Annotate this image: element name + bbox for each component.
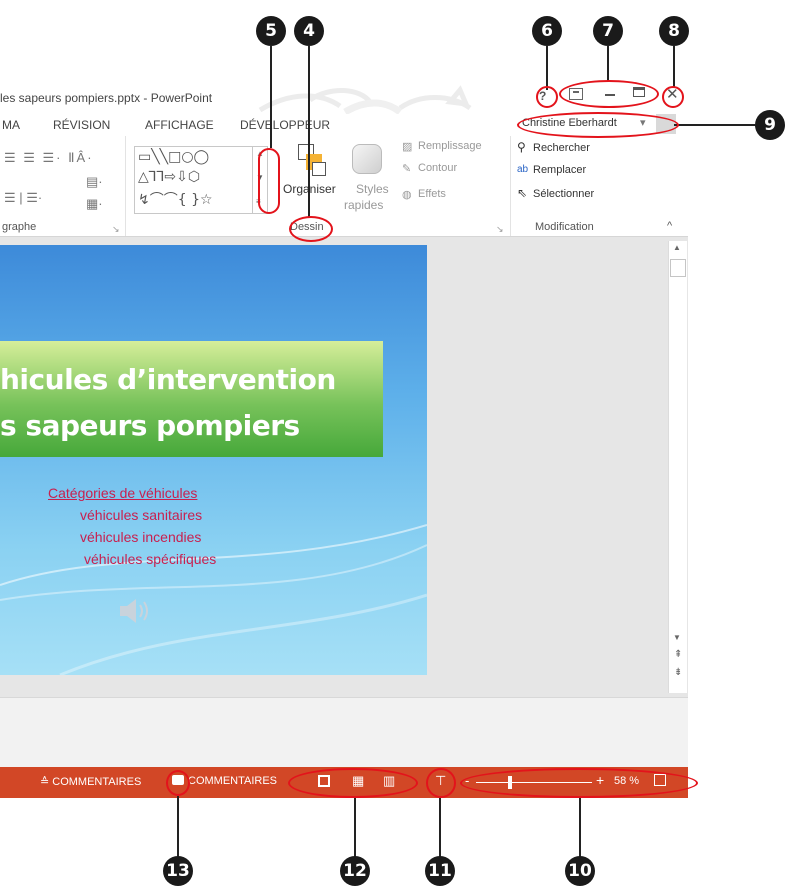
callout-9: 9 bbox=[755, 110, 785, 140]
scroll-down-icon[interactable]: ▼ bbox=[673, 633, 681, 642]
callout-6: 6 bbox=[532, 16, 562, 46]
callout-8: 8 bbox=[659, 16, 689, 46]
find-icon[interactable]: ⚲ bbox=[517, 140, 526, 154]
tab-format[interactable]: MA bbox=[2, 118, 20, 132]
dessin-label-highlight bbox=[289, 216, 333, 242]
speaker-icon[interactable] bbox=[118, 597, 152, 625]
callout-11: 11 bbox=[425, 856, 455, 886]
callout-10: 10 bbox=[565, 856, 595, 886]
previous-slide-icon[interactable]: ⇞ bbox=[674, 649, 682, 660]
view-buttons-highlight bbox=[288, 768, 418, 798]
scroll-thumb[interactable] bbox=[670, 259, 686, 277]
shapes-gallery[interactable]: ▭╲╲□○◯ △⅂⅂⇨⇩⬡ ↯⌒⌒{ }☆ ▲ ▼ ≡ bbox=[134, 146, 268, 214]
align-buttons-icon[interactable]: ☰ | ☰· bbox=[4, 190, 42, 206]
slide-title-line-2: s sapeurs pompiers bbox=[0, 409, 300, 442]
quick-styles-label-2[interactable]: rapides bbox=[344, 198, 383, 212]
zoom-controls-highlight bbox=[460, 768, 698, 798]
shape-fill-icon[interactable]: ▨ bbox=[402, 140, 412, 153]
window-title: les sapeurs pompiers.pptx - PowerPoint bbox=[0, 91, 213, 105]
tab-affichage[interactable]: AFFICHAGE bbox=[145, 118, 214, 132]
close-highlight bbox=[662, 86, 684, 108]
scroll-up-icon[interactable]: ▲ bbox=[673, 243, 681, 252]
next-slide-icon[interactable]: ⇟ bbox=[674, 667, 682, 678]
drawing-dialog-launcher-icon[interactable]: ↘ bbox=[496, 224, 504, 235]
organiser-icon-front bbox=[312, 162, 326, 176]
callout-7: 7 bbox=[593, 16, 623, 46]
slide-list-item: véhicules spécifiques bbox=[84, 551, 217, 567]
ribbon: ☰ ☰ ☰· ⅡÂ· ▤· ☰ | ☰· ▦· graphe ↘ ▭╲╲□○◯ … bbox=[0, 136, 688, 237]
dialog-launcher-icon[interactable]: ↘ bbox=[112, 224, 120, 235]
modification-group-label: Modification bbox=[535, 221, 594, 233]
callout-5: 5 bbox=[256, 16, 286, 46]
title-bar-decoration bbox=[258, 85, 472, 114]
slide-list-item: véhicules incendies bbox=[80, 529, 202, 545]
account-highlight bbox=[517, 112, 679, 138]
shape-fill-button[interactable]: Remplissage bbox=[418, 140, 482, 152]
shape-effects-button[interactable]: Effets bbox=[418, 188, 446, 200]
shape-outline-icon[interactable]: ✎ bbox=[402, 162, 411, 175]
replace-icon[interactable]: ab bbox=[517, 164, 528, 175]
replace-button[interactable]: Remplacer bbox=[533, 164, 586, 176]
shapes-row-2[interactable]: △⅂⅂⇨⇩⬡ bbox=[138, 169, 200, 185]
slide-title-line-1: hicules d’intervention bbox=[0, 363, 336, 396]
powerpoint-window: les sapeurs pompiers.pptx - PowerPoint ?… bbox=[0, 82, 688, 798]
vertical-scrollbar[interactable]: ▲ ▼ ⇞ ⇟ bbox=[668, 241, 687, 693]
comments-button[interactable]: COMMENTAIRES bbox=[188, 775, 277, 787]
quick-styles-icon[interactable] bbox=[352, 144, 382, 174]
slideshow-highlight bbox=[426, 768, 456, 798]
shape-effects-icon[interactable]: ◍ bbox=[402, 188, 412, 201]
slide-swoosh-decoration bbox=[0, 524, 427, 675]
paragraph-group-label: graphe bbox=[2, 221, 37, 233]
select-button[interactable]: Sélectionner bbox=[533, 188, 594, 200]
find-button[interactable]: Rechercher bbox=[533, 142, 590, 154]
slide-editing-area: hicules d’intervention s sapeurs pompier… bbox=[0, 237, 688, 697]
shape-outline-button[interactable]: Contour bbox=[418, 162, 457, 174]
tab-developpeur[interactable]: DÉVELOPPEUR bbox=[240, 118, 330, 132]
callout-12: 12 bbox=[340, 856, 370, 886]
slide-title-box[interactable]: hicules d’intervention s sapeurs pompier… bbox=[0, 341, 383, 457]
notes-button[interactable]: ≙ COMMENTAIRES bbox=[40, 775, 141, 788]
slide-list-item: véhicules sanitaires bbox=[80, 507, 203, 523]
categories-link[interactable]: Catégories de véhicules bbox=[48, 485, 197, 501]
select-icon[interactable]: ⇖ bbox=[517, 186, 527, 200]
callout-13: 13 bbox=[163, 856, 193, 886]
slide[interactable]: hicules d’intervention s sapeurs pompier… bbox=[0, 245, 427, 675]
shapes-row-3[interactable]: ↯⌒⌒{ }☆ bbox=[138, 189, 213, 209]
organiser-button[interactable]: Organiser bbox=[283, 182, 336, 196]
text-direction-icon[interactable]: ▤· bbox=[86, 174, 103, 190]
paragraph-group: ☰ ☰ ☰· ⅡÂ· ▤· ☰ | ☰· ▦· graphe ↘ bbox=[0, 136, 126, 236]
shapes-row-1[interactable]: ▭╲╲□○◯ bbox=[138, 149, 209, 165]
help-highlight bbox=[536, 86, 558, 108]
comments-highlight bbox=[166, 770, 190, 796]
shapes-more-highlight bbox=[258, 148, 280, 214]
quick-styles-label-1[interactable]: Styles bbox=[356, 182, 389, 196]
window-controls-highlight bbox=[559, 80, 659, 108]
indent-buttons-icon[interactable]: ☰ ☰ ☰· ⅡÂ· bbox=[4, 150, 94, 166]
modification-group: ⚲ Rechercher ab Remplacer ⇖ Sélectionner… bbox=[511, 136, 631, 236]
tab-revision[interactable]: RÉVISION bbox=[53, 118, 110, 132]
collapse-ribbon-icon[interactable]: ^ bbox=[667, 220, 672, 232]
notes-pane[interactable] bbox=[0, 697, 688, 768]
smartart-icon[interactable]: ▦· bbox=[86, 196, 103, 212]
callout-4: 4 bbox=[294, 16, 324, 46]
